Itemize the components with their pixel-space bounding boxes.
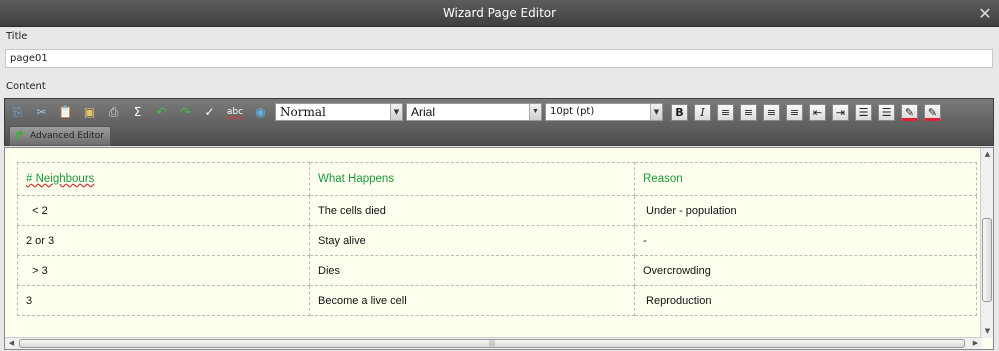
- scroll-up-icon[interactable]: ▲: [982, 149, 993, 160]
- advanced-editor-icon: ↱: [14, 129, 25, 144]
- table-cell[interactable]: Under - population: [634, 195, 977, 226]
- print-icon[interactable]: ⎙: [104, 103, 123, 122]
- chevron-down-icon: ▼: [390, 104, 402, 120]
- table-cell[interactable]: Become a live cell: [309, 285, 635, 316]
- window-titlebar: Wizard Page Editor ✕: [0, 0, 999, 27]
- header-what-happens: What Happens: [318, 173, 395, 185]
- format-button-group: B I ≡ ≡ ≡ ≡ ⇤ ⇥ ☰ ☰ ✎ ✎: [671, 103, 947, 121]
- header-reason: Reason: [643, 173, 683, 185]
- title-label: Title: [6, 31, 28, 42]
- bullet-list-button[interactable]: ☰: [878, 103, 895, 121]
- italic-button[interactable]: I: [694, 103, 711, 121]
- table-row: 2 or 3 Stay alive -: [17, 225, 977, 256]
- table-cell[interactable]: Dies: [309, 255, 635, 286]
- chevron-down-icon: ▼: [650, 104, 662, 120]
- size-select-value: 10pt (pt): [550, 106, 595, 117]
- header-neighbours: # Neighbours: [26, 173, 95, 185]
- style-select-value: Normal: [280, 105, 326, 119]
- table-row: < 2 The cells died Under - population: [17, 195, 977, 226]
- advanced-editor-label: Advanced Editor: [30, 131, 104, 141]
- scroll-thumb[interactable]: |||: [19, 339, 965, 348]
- content-label: Content: [6, 81, 46, 92]
- table-header-cell: What Happens: [309, 162, 635, 196]
- sum-icon[interactable]: Σ: [128, 103, 147, 122]
- table-header-row: # Neighbours What Happens Reason: [17, 162, 977, 196]
- toolbar-icon-group: ⎘ ✂ 📋 ▣ ⎙ Σ ↶ ↷ ✓ abc ◉: [8, 103, 275, 122]
- scroll-thumb[interactable]: [982, 218, 992, 302]
- table-cell[interactable]: > 3: [17, 255, 310, 286]
- indent-button[interactable]: ⇥: [832, 103, 849, 121]
- outdent-button[interactable]: ⇤: [809, 103, 826, 121]
- chevron-down-icon: ▼: [529, 104, 541, 120]
- size-select[interactable]: 10pt (pt) ▼: [545, 103, 663, 121]
- content-editor[interactable]: # Neighbours What Happens Reason < 2 The …: [4, 147, 994, 350]
- justify-button[interactable]: ≡: [786, 103, 803, 121]
- close-icon[interactable]: ✕: [977, 0, 993, 27]
- advanced-editor-button[interactable]: ↱ Advanced Editor: [9, 126, 111, 146]
- spellcheck-icon[interactable]: ✓: [200, 103, 219, 122]
- editor-toolbar: ⎘ ✂ 📋 ▣ ⎙ Σ ↶ ↷ ✓ abc ◉ Normal ▼ Arial ▼ 10pt (pt)…: [4, 98, 994, 146]
- redo-icon[interactable]: ↷: [176, 103, 195, 122]
- align-center-button[interactable]: ≡: [740, 103, 757, 121]
- paste-icon[interactable]: 📋: [56, 103, 75, 122]
- table-cell[interactable]: Stay alive: [309, 225, 635, 256]
- table-cell[interactable]: -: [634, 225, 977, 256]
- vertical-scrollbar[interactable]: ▲ ▼: [980, 148, 993, 338]
- table-cell[interactable]: Overcrowding: [634, 255, 977, 286]
- highlight-button[interactable]: ✎: [924, 103, 941, 121]
- content-table: # Neighbours What Happens Reason < 2 The …: [17, 162, 977, 316]
- table-row: 3 Become a live cell Reproduction: [17, 285, 977, 316]
- align-right-button[interactable]: ≡: [763, 103, 780, 121]
- bold-button[interactable]: B: [671, 103, 688, 121]
- table-cell[interactable]: 2 or 3: [17, 225, 310, 256]
- abc-spell-icon[interactable]: abc: [224, 103, 246, 122]
- table-cell[interactable]: 3: [17, 285, 310, 316]
- scroll-right-icon[interactable]: ▶: [970, 338, 981, 349]
- align-left-button[interactable]: ≡: [717, 103, 734, 121]
- scroll-down-icon[interactable]: ▼: [982, 326, 993, 337]
- image-icon[interactable]: ▣: [80, 103, 99, 122]
- table-row: > 3 Dies Overcrowding: [17, 255, 977, 286]
- font-select-value: Arial: [411, 105, 436, 119]
- table-header-cell: # Neighbours: [17, 162, 310, 196]
- title-input[interactable]: [5, 49, 993, 68]
- horizontal-scrollbar[interactable]: ◀ ||| ▶: [5, 337, 982, 349]
- table-cell[interactable]: < 2: [17, 195, 310, 226]
- toolbar-row: ⎘ ✂ 📋 ▣ ⎙ Σ ↶ ↷ ✓ abc ◉ Normal ▼ Arial ▼ 10pt (pt)…: [8, 101, 947, 123]
- font-select[interactable]: Arial ▼: [406, 103, 542, 121]
- undo-icon[interactable]: ↶: [152, 103, 171, 122]
- table-cell[interactable]: The cells died: [309, 195, 635, 226]
- copy-icon[interactable]: ⎘: [8, 103, 27, 122]
- window-title: Wizard Page Editor: [442, 6, 557, 20]
- text-color-button[interactable]: ✎: [901, 103, 918, 121]
- numbered-list-button[interactable]: ☰: [855, 103, 872, 121]
- globe-icon[interactable]: ◉: [251, 103, 270, 122]
- scroll-left-icon[interactable]: ◀: [6, 338, 17, 349]
- table-header-cell: Reason: [634, 162, 977, 196]
- table-cell[interactable]: Reproduction: [634, 285, 977, 316]
- style-select[interactable]: Normal ▼: [275, 103, 403, 121]
- cut-icon[interactable]: ✂: [32, 103, 51, 122]
